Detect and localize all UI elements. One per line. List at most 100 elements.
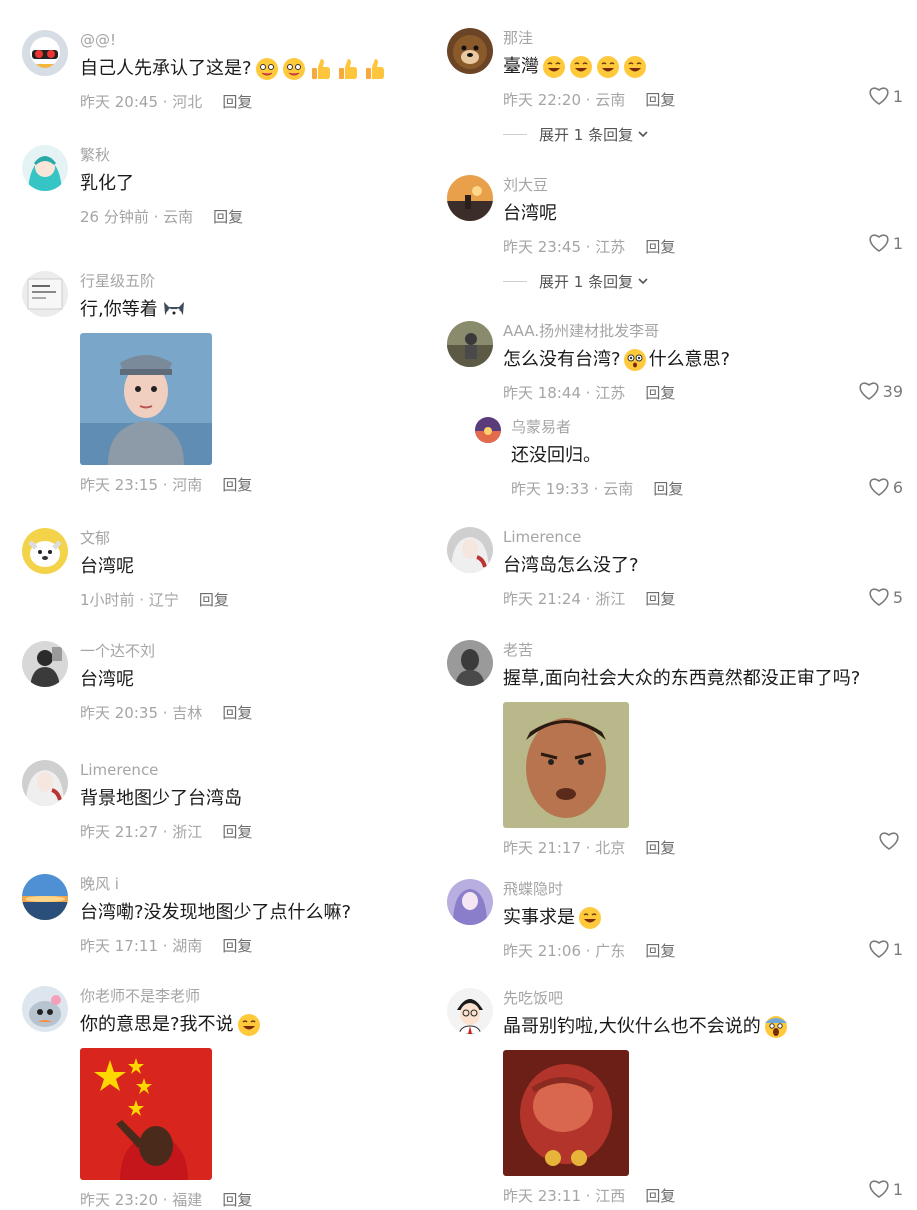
like-button[interactable]: 39 [858, 381, 903, 401]
scream-emoji-icon [764, 1015, 788, 1039]
timestamp: 昨天 23:11 · 江西 [503, 1187, 626, 1205]
reply-button[interactable]: 回复 [222, 822, 252, 842]
expand-replies-button[interactable]: 展开 1 条回复 [503, 124, 907, 145]
heart-icon [868, 587, 890, 607]
username[interactable]: 乌蒙易者 [511, 417, 907, 437]
comment-meta: 昨天 21:24 · 浙江 回复 [503, 589, 907, 609]
avatar[interactable] [447, 879, 493, 925]
reply-button[interactable]: 回复 [222, 936, 252, 956]
reply-button[interactable]: 回复 [222, 703, 252, 723]
avatar[interactable] [447, 175, 493, 221]
avatar[interactable] [447, 640, 493, 686]
like-count: 1 [892, 86, 903, 106]
like-count: 39 [882, 381, 903, 401]
timestamp: 昨天 21:17 · 北京 [503, 839, 626, 857]
username[interactable]: 飛蝶隐时 [503, 879, 907, 899]
username[interactable]: Limerence [80, 760, 430, 780]
thumbs-up-emoji-icon [309, 57, 333, 81]
reply-button[interactable]: 回复 [645, 383, 675, 403]
comment-text: 自己人先承认了这是? [80, 56, 430, 82]
avatar[interactable] [22, 30, 68, 76]
comment-text: 台湾呢 [80, 669, 134, 690]
timestamp: 昨天 21:24 · 浙江 [503, 590, 626, 608]
comment-text: 你的意思是?我不说 [80, 1012, 430, 1038]
sticker-image[interactable] [80, 1048, 212, 1180]
comment-text: 握草,面向社会大众的东西竟然都没正审了吗? [503, 668, 861, 689]
avatar[interactable] [22, 986, 68, 1032]
reply-button[interactable]: 回复 [645, 589, 675, 609]
avatar[interactable] [447, 988, 493, 1034]
username[interactable]: AAA.扬州建材批发李哥 [503, 321, 907, 341]
comment-meta: 昨天 21:17 · 北京 回复 [503, 838, 907, 858]
like-button[interactable]: 1 [868, 939, 903, 959]
expand-replies-button[interactable]: 展开 1 条回复 [503, 271, 907, 292]
sticker-image[interactable] [80, 333, 212, 465]
like-button[interactable]: 6 [868, 477, 903, 497]
like-button[interactable]: 5 [868, 587, 903, 607]
username[interactable]: 你老师不是李老师 [80, 986, 430, 1006]
avatar[interactable] [447, 28, 493, 74]
like-button[interactable]: 1 [868, 233, 903, 253]
username[interactable]: @@! [80, 30, 430, 50]
like-button[interactable]: 1 [868, 1179, 903, 1199]
username[interactable]: 先吃饭吧 [503, 988, 907, 1008]
smile-emoji-icon [596, 55, 620, 79]
reply-button[interactable]: 回复 [222, 1190, 252, 1210]
avatar[interactable] [22, 271, 68, 317]
reply-button[interactable]: 回复 [645, 941, 675, 961]
comment-meta: 昨天 17:11 · 湖南 回复 [80, 936, 430, 956]
avatar[interactable] [22, 760, 68, 806]
reply-button[interactable]: 回复 [222, 475, 252, 495]
heart-icon [868, 1179, 890, 1199]
username[interactable]: 刘大豆 [503, 175, 907, 195]
heart-icon [868, 233, 890, 253]
timestamp: 昨天 21:06 · 广东 [503, 942, 626, 960]
avatar[interactable] [22, 641, 68, 687]
username[interactable]: 老苦 [503, 640, 907, 660]
comment-text: 乳化了 [80, 173, 134, 194]
username[interactable]: 晚风 i [80, 874, 430, 894]
comment-meta: 昨天 23:11 · 江西 回复 [503, 1186, 907, 1206]
smile-emoji-icon [623, 55, 647, 79]
username[interactable]: 繁秋 [80, 145, 430, 165]
reply-button[interactable]: 回复 [645, 90, 675, 110]
reply-button[interactable]: 回复 [199, 590, 229, 610]
avatar[interactable] [475, 417, 501, 443]
reply-button[interactable]: 回复 [213, 207, 243, 227]
comment-meta: 昨天 18:44 · 江苏 回复 [503, 383, 907, 403]
comment-text: 台湾呢 [80, 556, 134, 577]
username[interactable]: 那洼 [503, 28, 907, 48]
comment-meta: 昨天 23:15 · 河南 回复 [80, 475, 430, 495]
like-button[interactable] [878, 831, 903, 851]
avatar[interactable] [22, 874, 68, 920]
reply-button[interactable]: 回复 [653, 479, 683, 499]
grimace-emoji-icon [282, 57, 306, 81]
username[interactable]: Limerence [503, 527, 907, 547]
confused-emoji-icon [623, 348, 647, 372]
avatar[interactable] [22, 145, 68, 191]
reply-button[interactable]: 回复 [222, 92, 252, 112]
username[interactable]: 一个达不刘 [80, 641, 430, 661]
like-button[interactable]: 1 [868, 86, 903, 106]
timestamp: 昨天 22:20 · 云南 [503, 91, 626, 109]
smile-emoji-icon [542, 55, 566, 79]
like-count: 1 [892, 1179, 903, 1199]
avatar[interactable] [22, 528, 68, 574]
username[interactable]: 文郁 [80, 528, 430, 548]
sticker-image[interactable] [503, 1050, 629, 1176]
like-count: 6 [892, 477, 903, 497]
like-count: 1 [892, 233, 903, 253]
timestamp: 昨天 23:45 · 江苏 [503, 238, 626, 256]
avatar[interactable] [447, 321, 493, 367]
timestamp: 昨天 18:44 · 江苏 [503, 384, 626, 402]
reply-button[interactable]: 回复 [645, 1186, 675, 1206]
reply-button[interactable]: 回复 [645, 838, 675, 858]
comment-text: 台湾岛怎么没了? [503, 555, 639, 576]
grimace-emoji-icon [255, 57, 279, 81]
avatar[interactable] [447, 527, 493, 573]
smile-emoji-icon [237, 1013, 261, 1037]
reply-button[interactable]: 回复 [645, 237, 675, 257]
sticker-image[interactable] [503, 702, 629, 828]
username[interactable]: 行星级五阶 [80, 271, 430, 291]
timestamp: 昨天 20:35 · 吉林 [80, 704, 203, 722]
